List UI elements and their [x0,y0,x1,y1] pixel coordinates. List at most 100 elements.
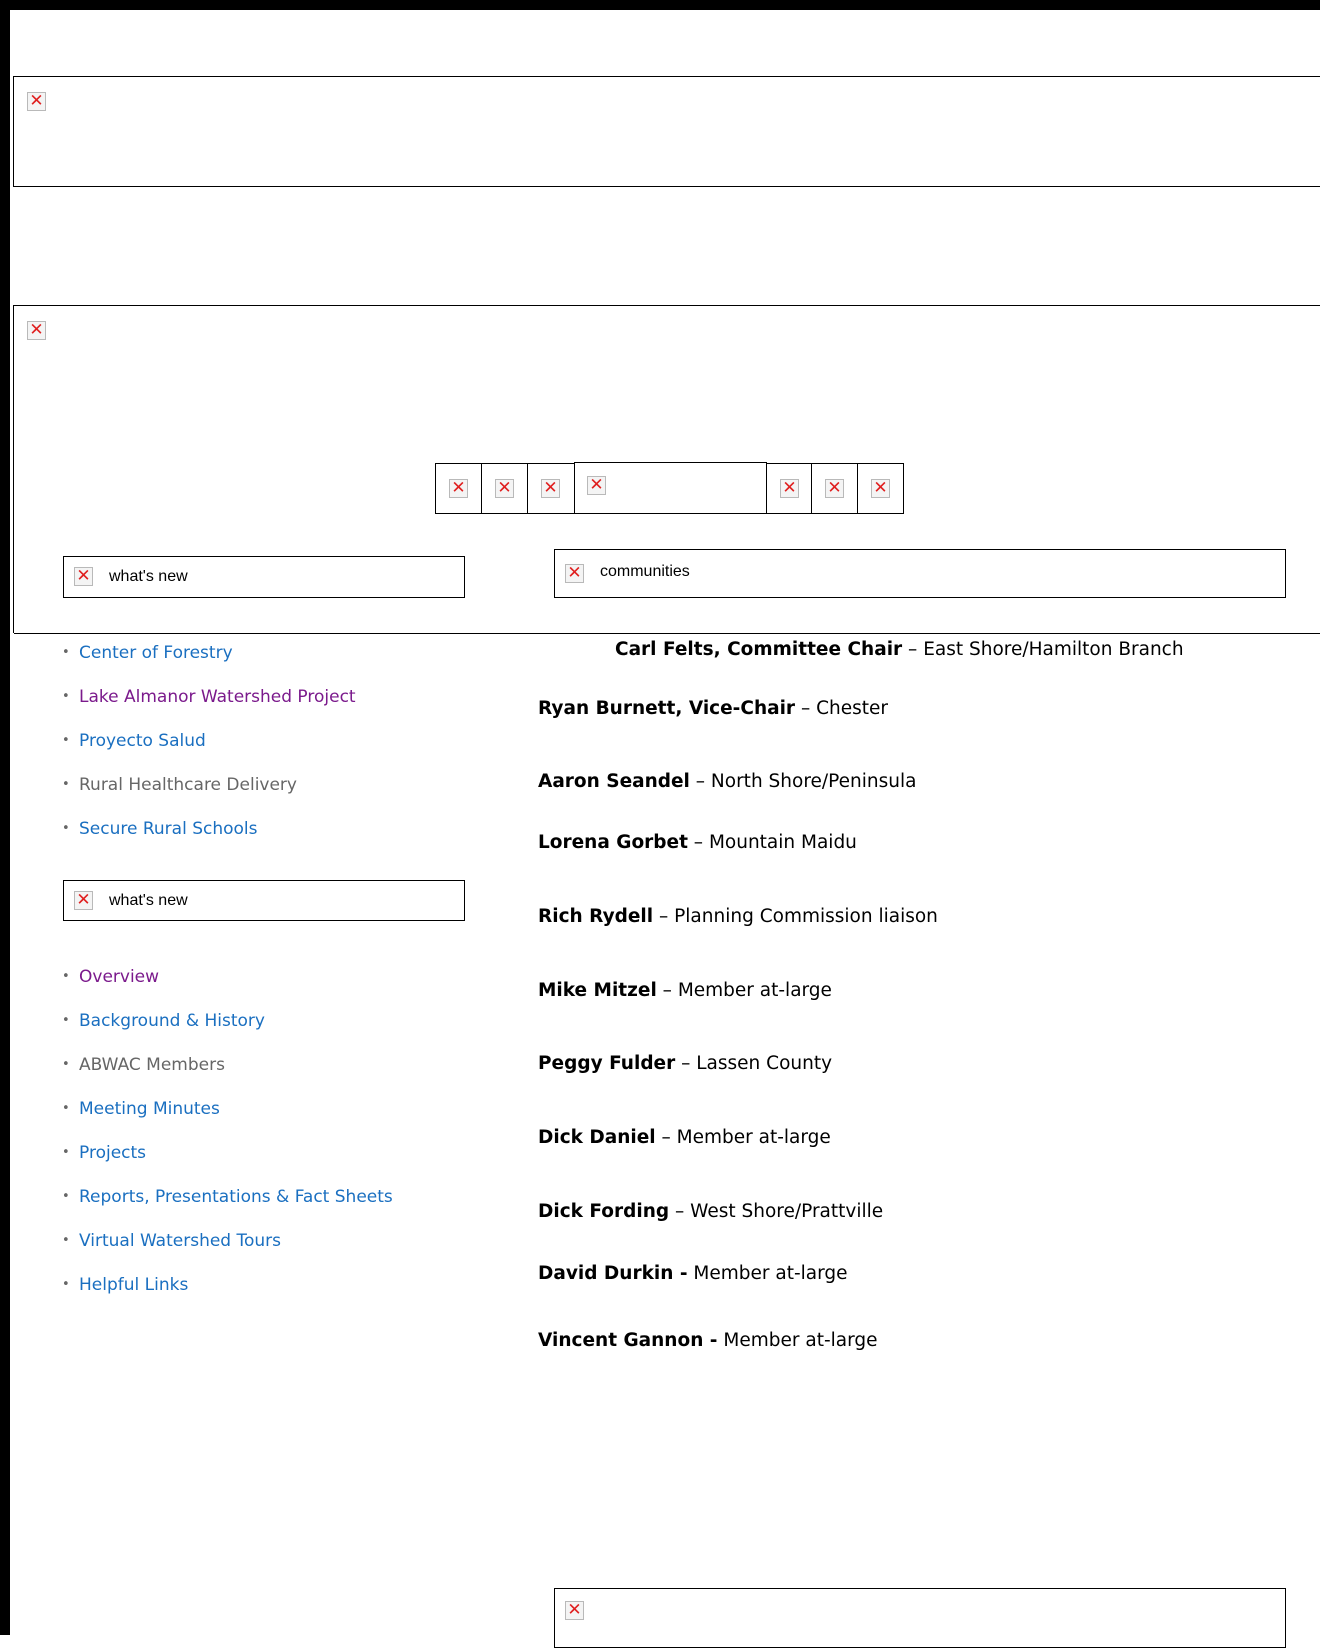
broken-image-icon: ✕ [541,479,560,498]
toolbar-cell-3[interactable]: ✕ [527,463,575,514]
member-separator: – [669,1201,691,1222]
member-role: North Shore/Peninsula [710,771,917,792]
site-nav-link[interactable]: Center of Forestry [79,643,233,663]
member-separator: – [675,1053,697,1074]
sidebar-item: Reports, Presentations & Fact Sheets [62,1187,393,1231]
sidebar-link[interactable]: Meeting Minutes [79,1099,220,1119]
communities-label: communities [600,563,690,580]
sidebar-item: Meeting Minutes [62,1099,393,1143]
sidebar-link[interactable]: Overview [79,967,159,987]
header-divider-1 [14,76,1320,77]
member-separator: – [655,1127,677,1148]
sidebar-link[interactable]: Reports, Presentations & Fact Sheets [79,1187,393,1207]
toolbar-cell-6[interactable]: ✕ [811,463,858,514]
whats-new-label: what's new [109,892,188,909]
sidebar-whats-new-button[interactable]: ✕ what's new [63,880,465,921]
broken-image-icon: ✕ [495,479,514,498]
member-entry: Rich Rydell – Planning Commission liaiso… [538,906,938,927]
header-divider-2 [14,186,1320,187]
broken-image-icon: ✕ [74,567,93,586]
broken-image-icon: ✕ [449,479,468,498]
sidebar-item: Background & History [62,1011,393,1055]
member-name: Lorena Gorbet [538,832,688,853]
site-nav-item: Lake Almanor Watershed Project [62,687,356,731]
member-name: Aaron Seandel [538,771,690,792]
member-role: Member at-large [676,1127,831,1148]
member-name: Mike Mitzel [538,980,657,1001]
broken-image-icon: ✕ [74,891,93,910]
member-separator: – [689,771,711,792]
sidebar-link[interactable]: Background & History [79,1011,265,1031]
broken-image-icon: ✕ [587,476,606,495]
member-separator: – [653,906,675,927]
whats-new-label: what's new [109,568,188,585]
member-role: Planning Commission liaison [674,906,938,927]
broken-image-icon: ✕ [565,1601,584,1620]
member-name: Dick Fording [538,1201,670,1222]
member-name: Dick Daniel [538,1127,656,1148]
member-entry: Mike Mitzel – Member at-large [538,980,832,1001]
banner-divider-2 [14,633,1320,634]
sidebar-link[interactable]: Helpful Links [79,1275,188,1295]
sidebar-link[interactable]: ABWAC Members [79,1055,225,1075]
site-nav-item: Rural Healthcare Delivery [62,775,356,819]
sidebar-nav-list: Overview Background & History ABWAC Memb… [62,967,393,1319]
member-role: Member at-large [693,1263,848,1284]
broken-image-icon: ✕ [780,479,799,498]
member-name: Rich Rydell [538,906,654,927]
member-role: Chester [816,698,888,719]
member-role: West Shore/Prattville [690,1201,884,1222]
member-role: Mountain Maidu [708,832,857,853]
member-separator: – [656,980,678,1001]
broken-image-icon: ✕ [565,564,584,583]
member-entry: David Durkin - Member at-large [538,1263,848,1284]
footer-image-box: ✕ [554,1588,1286,1648]
member-name: Ryan Burnett, Vice-Chair [538,698,796,719]
whats-new-button[interactable]: ✕ what's new [63,556,465,598]
toolbar-cell-1[interactable]: ✕ [435,463,482,514]
member-separator: – [687,832,709,853]
member-name: Peggy Fulder [538,1053,676,1074]
header-left-edge [13,76,14,187]
toolbar-cell-5[interactable]: ✕ [766,463,812,514]
member-role: Member at-large [723,1330,878,1351]
site-nav-link[interactable]: Secure Rural Schools [79,819,258,839]
sidebar-item: Overview [62,967,393,1011]
logo-broken-image-icon: ✕ [27,92,46,111]
member-entry: Vincent Gannon - Member at-large [538,1330,878,1351]
site-nav-item: Secure Rural Schools [62,819,356,863]
member-entry: Carl Felts, Committee Chair – East Shore… [615,639,1184,660]
member-entry: Aaron Seandel – North Shore/Peninsula [538,771,916,792]
site-nav-item: Center of Forestry [62,643,356,687]
toolbar-cell-7[interactable]: ✕ [857,463,904,514]
member-name: David Durkin - [538,1263,688,1284]
sidebar-item: Virtual Watershed Tours [62,1231,393,1275]
member-name: Vincent Gannon - [538,1330,718,1351]
site-nav-item: Proyecto Salud [62,731,356,775]
site-nav-link[interactable]: Proyecto Salud [79,731,206,751]
member-role: East Shore/Hamilton Branch [923,639,1184,660]
sidebar-link[interactable]: Virtual Watershed Tours [79,1231,281,1251]
sidebar-item: Helpful Links [62,1275,393,1319]
member-entry: Dick Fording – West Shore/Prattville [538,1201,883,1222]
member-role: Member at-large [677,980,832,1001]
site-nav-list: Center of Forestry Lake Almanor Watershe… [62,643,356,863]
member-entry: Lorena Gorbet – Mountain Maidu [538,832,857,853]
member-role: Lassen County [696,1053,833,1074]
broken-image-icon: ✕ [825,479,844,498]
banner-divider-1 [14,305,1320,306]
sidebar-item: ABWAC Members [62,1055,393,1099]
toolbar-cell-4[interactable]: ✕ [574,462,767,514]
site-nav-link[interactable]: Rural Healthcare Delivery [79,775,297,795]
broken-image-icon: ✕ [871,479,890,498]
banner-broken-image-icon: ✕ [27,321,46,340]
member-name: Carl Felts, Committee Chair [615,639,903,660]
sidebar-link[interactable]: Projects [79,1143,146,1163]
site-nav-link[interactable]: Lake Almanor Watershed Project [79,687,356,707]
toolbar-cell-2[interactable]: ✕ [481,463,528,514]
member-entry: Ryan Burnett, Vice-Chair – Chester [538,698,888,719]
member-entry: Dick Daniel – Member at-large [538,1127,831,1148]
banner-left-edge [13,305,14,633]
sidebar-item: Projects [62,1143,393,1187]
communities-button[interactable]: ✕ communities [554,549,1286,598]
